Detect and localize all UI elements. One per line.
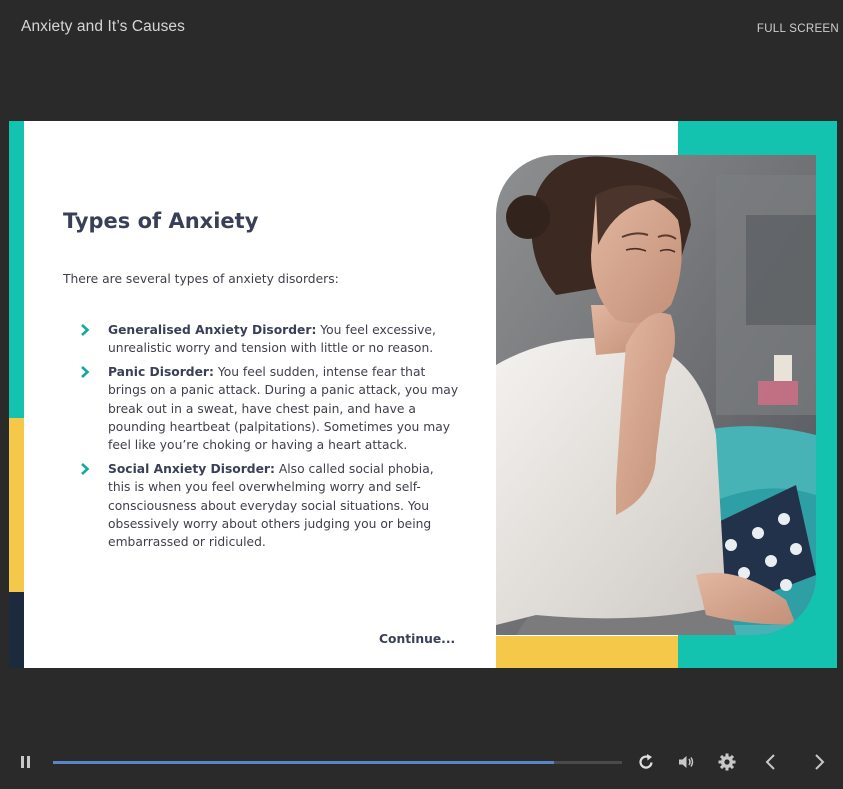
list-item: Generalised Anxiety Disorder: You feel e… [79,321,459,358]
pause-button[interactable] [16,752,36,772]
previous-button[interactable] [761,752,781,772]
volume-icon [679,756,694,768]
accent-strip-teal [9,121,24,418]
course-title: Anxiety and It’s Causes [21,18,185,35]
list-item: Panic Disorder: You feel sudden, intense… [79,363,459,455]
anxiety-types-list: Generalised Anxiety Disorder: You feel e… [79,321,459,557]
gear-icon [718,753,736,771]
course-player: Anxiety and It’s Causes FULL SCREEN Type… [0,0,843,789]
slide-photo [496,155,816,635]
progress-fill [53,761,554,764]
fullscreen-button[interactable]: FULL SCREEN [757,23,839,35]
settings-button[interactable] [717,752,737,772]
volume-button[interactable] [676,752,696,772]
replay-icon [639,754,653,769]
pause-icon [21,756,30,768]
list-item-term: Panic Disorder: [108,364,214,379]
next-button[interactable] [809,752,829,772]
slide-intro: There are several types of anxiety disor… [63,272,339,286]
progress-bar[interactable] [53,761,622,764]
replay-button[interactable] [636,752,656,772]
accent-block-yellow [496,636,678,668]
chevron-right-icon [81,324,90,336]
chevron-left-icon [765,754,775,770]
slide: Types of Anxiety There are several types… [9,121,837,668]
list-item-term: Generalised Anxiety Disorder: [108,323,317,337]
list-item-term: Social Anxiety Disorder: [108,461,275,476]
continue-link[interactable]: Continue... [379,632,455,646]
accent-strip-yellow [9,418,24,592]
slide-heading: Types of Anxiety [63,209,259,233]
accent-strip-navy [9,592,24,668]
chevron-right-icon [815,754,825,770]
player-controls [0,742,843,782]
list-item: Social Anxiety Disorder: Also called soc… [79,460,459,552]
chevron-right-icon [81,365,90,378]
chevron-right-icon [81,462,90,475]
